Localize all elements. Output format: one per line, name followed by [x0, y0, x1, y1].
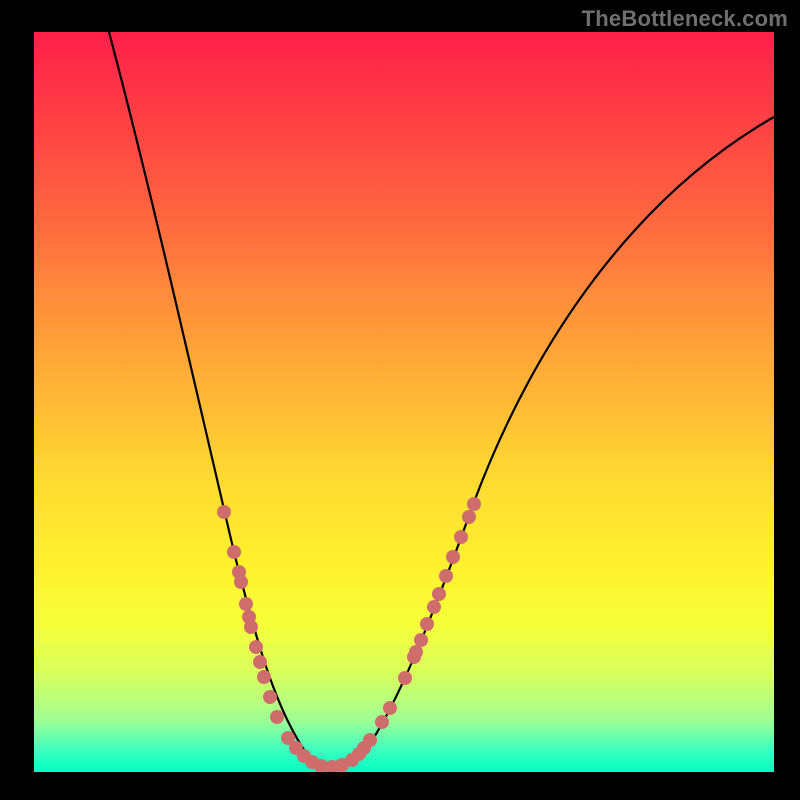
- curve-marker: [414, 633, 428, 647]
- curve-marker: [427, 600, 441, 614]
- curve-marker: [383, 701, 397, 715]
- curve-marker: [398, 671, 412, 685]
- curve-marker: [270, 710, 284, 724]
- curve-marker: [462, 510, 476, 524]
- curve-marker: [454, 530, 468, 544]
- curve-svg: [34, 32, 774, 772]
- plot-area: [34, 32, 774, 772]
- bottleneck-curve: [109, 32, 774, 768]
- curve-marker: [244, 620, 258, 634]
- curve-marker: [239, 597, 253, 611]
- curve-marker: [257, 670, 271, 684]
- curve-marker: [375, 715, 389, 729]
- curve-marker: [446, 550, 460, 564]
- curve-marker: [227, 545, 241, 559]
- chart-frame: TheBottleneck.com: [0, 0, 800, 800]
- curve-marker: [420, 617, 434, 631]
- watermark-text: TheBottleneck.com: [582, 6, 788, 32]
- curve-marker: [217, 505, 231, 519]
- curve-marker: [439, 569, 453, 583]
- curve-marker: [263, 690, 277, 704]
- curve-marker: [249, 640, 263, 654]
- curve-marker: [467, 497, 481, 511]
- curve-marker: [409, 645, 423, 659]
- curve-marker: [432, 587, 446, 601]
- curve-marker: [253, 655, 267, 669]
- curve-marker: [234, 575, 248, 589]
- curve-marker: [363, 733, 377, 747]
